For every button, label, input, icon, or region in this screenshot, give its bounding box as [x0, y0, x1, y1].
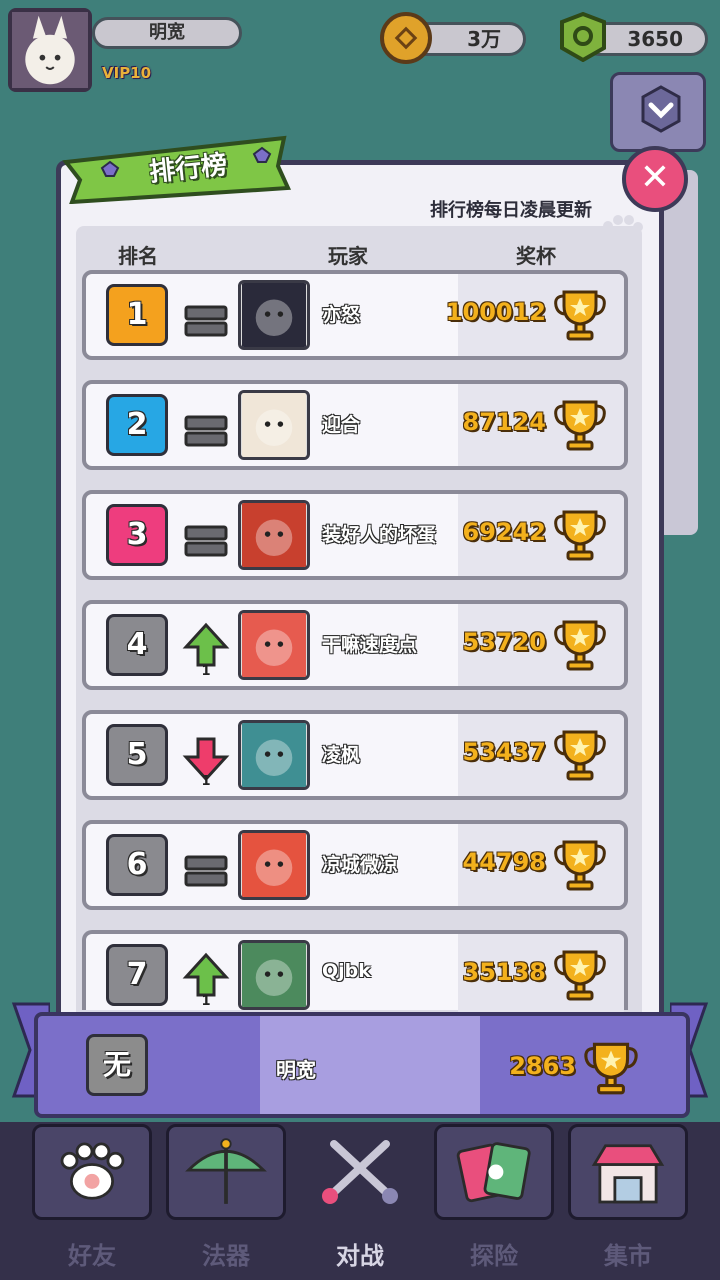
leaderboard-row[interactable]: 6 凉城微凉 44798 [82, 820, 628, 910]
gem-icon [560, 12, 606, 62]
leaderboard-row[interactable]: 3 装好人的坏蛋 69242 [82, 490, 628, 580]
creature-portrait-icon [242, 943, 306, 1007]
crossed-swords-icon [322, 1140, 398, 1204]
chevron-down-icon [641, 85, 681, 133]
trophy-icon [554, 730, 606, 781]
umbrella-icon [185, 1138, 267, 1204]
trophy-icon [584, 1042, 638, 1095]
no-change-icon [184, 855, 228, 887]
player-avatar[interactable] [238, 940, 310, 1010]
rank-badge: 2 [106, 394, 168, 456]
nav-button-3[interactable] [434, 1124, 554, 1220]
rank-change: 1 [201, 774, 211, 789]
nav-button-1[interactable] [166, 1124, 286, 1220]
nav-button-2[interactable] [300, 1124, 420, 1220]
column-rank: 排名 [118, 244, 158, 268]
nav-label-2[interactable]: 对战 [300, 1236, 420, 1271]
settings-button[interactable] [610, 72, 706, 152]
no-change-icon [184, 525, 228, 557]
leaderboard-row[interactable]: 4 1 干嘛速度点 53720 [82, 600, 628, 690]
my-trophy-count: 2863 [509, 1052, 576, 1080]
rank-badge: 4 [106, 614, 168, 676]
player-name: 亦怒 [322, 304, 361, 326]
player-avatar[interactable] [238, 500, 310, 570]
rank-badge: 1 [106, 284, 168, 346]
player-avatar[interactable] [238, 720, 310, 790]
trophy-count: 69242 [462, 518, 547, 546]
rank-badge: 5 [106, 724, 168, 786]
trophy-count: 87124 [462, 408, 547, 436]
leaderboard-row[interactable]: 2 迎合 87124 [82, 380, 628, 470]
trophy-count: 53437 [462, 738, 547, 766]
vip-badge: VIP10 [102, 64, 152, 82]
nav-label-0[interactable]: 好友 [32, 1236, 152, 1271]
no-change-icon [184, 415, 228, 447]
paw-icon [60, 1142, 125, 1200]
rank-badge: 3 [106, 504, 168, 566]
creature-portrait-icon [242, 833, 306, 897]
player-name: Qjbk [322, 960, 371, 982]
player-name: 干嘛速度点 [322, 634, 418, 656]
trophy-count: 44798 [462, 848, 547, 876]
trophy-icon [554, 620, 606, 671]
avatar-creature-icon [12, 12, 88, 88]
cards-icon [456, 1142, 531, 1203]
player-avatar[interactable] [238, 390, 310, 460]
nav-label-3[interactable]: 探险 [434, 1236, 554, 1271]
creature-portrait-icon [242, 723, 306, 787]
my-player-name: 明宽 [276, 1058, 316, 1082]
trophy-icon [554, 290, 606, 341]
nav-button-4[interactable] [568, 1124, 688, 1220]
creature-portrait-icon [242, 503, 306, 567]
nav-label-1[interactable]: 法器 [166, 1236, 286, 1271]
close-button[interactable]: ✕ [622, 146, 688, 212]
paw-decoration-icon [603, 215, 643, 250]
creature-portrait-icon [242, 283, 306, 347]
player-name: 凌枫 [322, 744, 361, 766]
column-trophies: 奖杯 [516, 244, 556, 268]
nav-button-0[interactable] [32, 1124, 152, 1220]
trophy-icon [554, 510, 606, 561]
coins-value: 3万 [467, 27, 501, 51]
player-avatar[interactable] [238, 280, 310, 350]
column-player: 玩家 [328, 244, 368, 268]
update-note: 排行榜每日凌晨更新 [430, 200, 592, 221]
rank-badge: 6 [106, 834, 168, 896]
rank-change: 1 [201, 994, 211, 1009]
trophy-count: 100012 [445, 298, 546, 326]
creature-portrait-icon [242, 393, 306, 457]
no-change-icon [184, 305, 228, 337]
rank-change: 1 [201, 664, 211, 679]
market-stall-icon [591, 1144, 665, 1204]
trophy-count: 35138 [462, 958, 547, 986]
trophy-icon [554, 950, 606, 1001]
leaderboard-row[interactable]: 1 亦怒 100012 [82, 270, 628, 360]
player-name: 凉城微凉 [322, 854, 399, 876]
player-name: 明宽 [92, 17, 242, 49]
gems-value: 3650 [627, 27, 683, 51]
coin-icon [380, 12, 432, 64]
player-avatar[interactable] [8, 8, 92, 92]
player-name: 迎合 [322, 414, 361, 436]
player-avatar[interactable] [238, 610, 310, 680]
trophy-icon [554, 400, 606, 451]
trophy-icon [554, 840, 606, 891]
creature-portrait-icon [242, 613, 306, 677]
my-rank-bar: 无 明宽 2863 [34, 1012, 690, 1118]
my-rank-badge: 无 [86, 1034, 148, 1096]
rank-badge: 7 [106, 944, 168, 1006]
leaderboard-row[interactable]: 5 1 凌枫 53437 [82, 710, 628, 800]
trophy-count: 53720 [462, 628, 547, 656]
close-icon: ✕ [639, 157, 671, 198]
player-avatar[interactable] [238, 830, 310, 900]
leaderboard-row[interactable]: 7 1 Qjbk 35138 [82, 930, 628, 1016]
nav-label-4[interactable]: 集市 [568, 1236, 688, 1271]
player-name: 装好人的坏蛋 [322, 524, 437, 546]
